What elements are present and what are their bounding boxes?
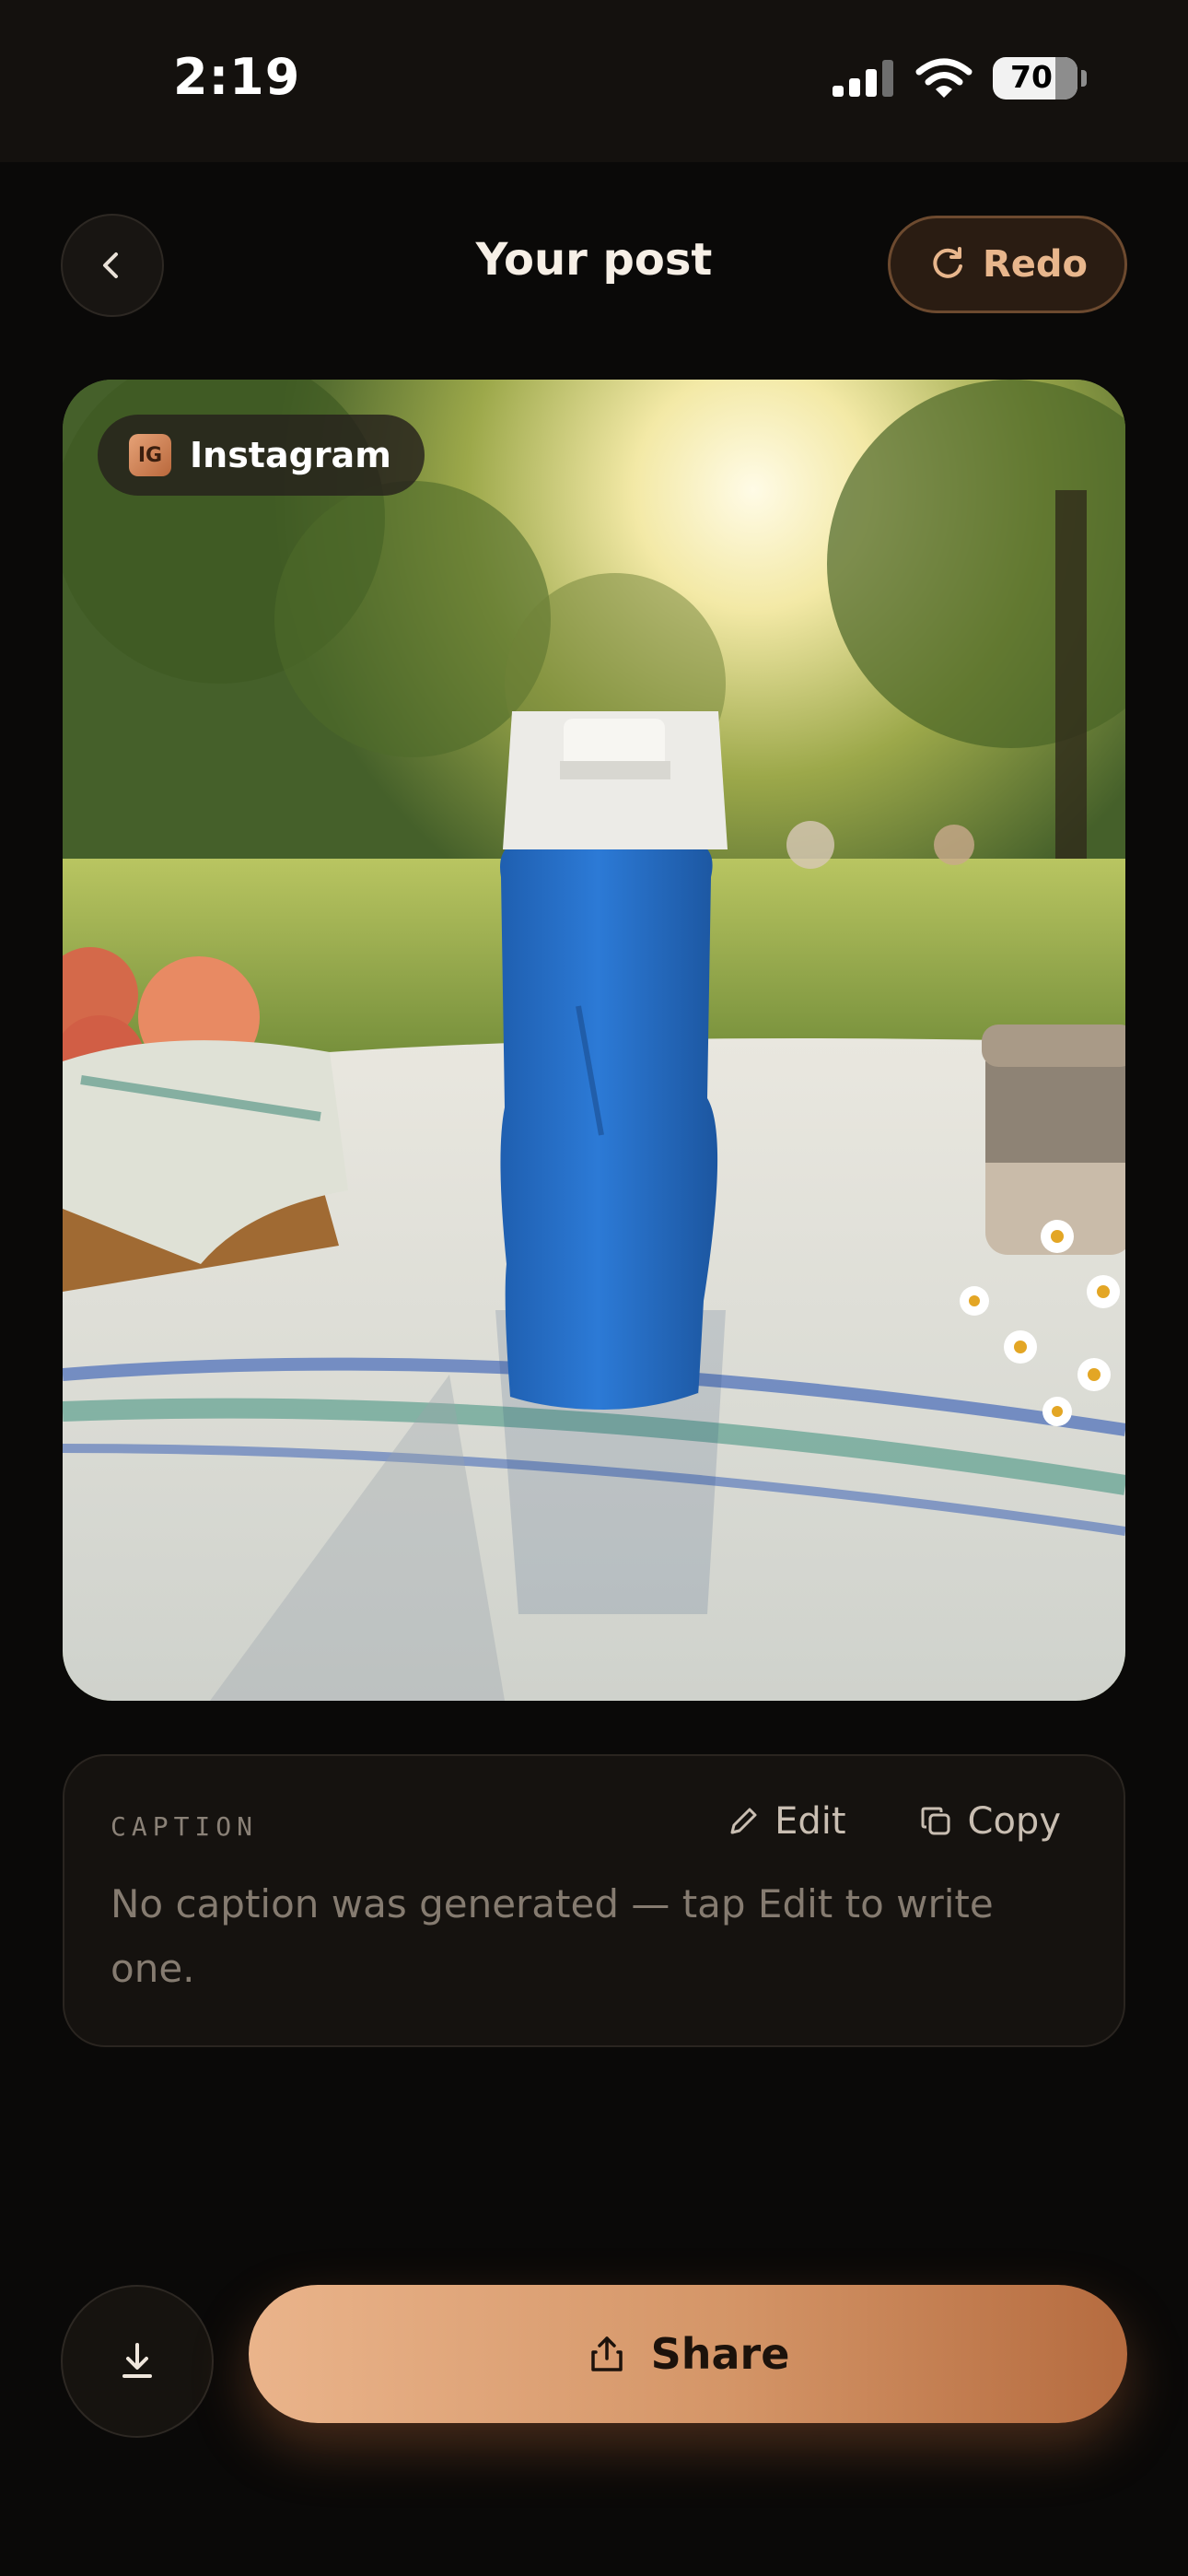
caption-card: CAPTION Edit Copy No caption was generat… [63, 1754, 1125, 2047]
download-icon [122, 2343, 152, 2378]
copy-icon [921, 1807, 950, 1835]
share-button[interactable]: Share [249, 2285, 1127, 2423]
header: Your post Redo [0, 162, 1188, 369]
redo-button[interactable]: Redo [888, 216, 1127, 313]
instagram-icon: IG [129, 434, 171, 476]
status-bar: 2:19 70 [0, 0, 1188, 162]
download-button[interactable] [61, 2285, 214, 2438]
signal-icon [833, 60, 893, 97]
edit-caption-button[interactable]: Edit [725, 1800, 846, 1843]
status-icons: 70 [831, 57, 1087, 100]
platform-chip: IG Instagram [98, 415, 425, 496]
share-label: Share [650, 2329, 790, 2379]
edit-pencil-icon [730, 1808, 757, 1834]
redo-icon [933, 247, 962, 278]
edit-label: Edit [775, 1800, 846, 1843]
caption-actions: Edit Copy [725, 1800, 1061, 1843]
post-photo-scene [63, 380, 1125, 1701]
battery-nub [1081, 70, 1087, 87]
caption-label: CAPTION [111, 1811, 259, 1842]
status-time: 2:19 [173, 48, 301, 106]
caption-text: No caption was generated — tap Edit to w… [111, 1881, 994, 1991]
wifi-icon [915, 58, 973, 98]
platform-label: Instagram [190, 435, 391, 475]
battery-icon: 70 [993, 57, 1077, 100]
copy-caption-button[interactable]: Copy [918, 1800, 1061, 1843]
share-icon [590, 2336, 623, 2371]
bottom-action-bar: Share [0, 2257, 1188, 2488]
redo-label: Redo [982, 243, 1089, 286]
copy-label: Copy [967, 1800, 1061, 1843]
post-image: IG Instagram [63, 380, 1125, 1701]
battery-level: 70 [1010, 59, 1053, 95]
